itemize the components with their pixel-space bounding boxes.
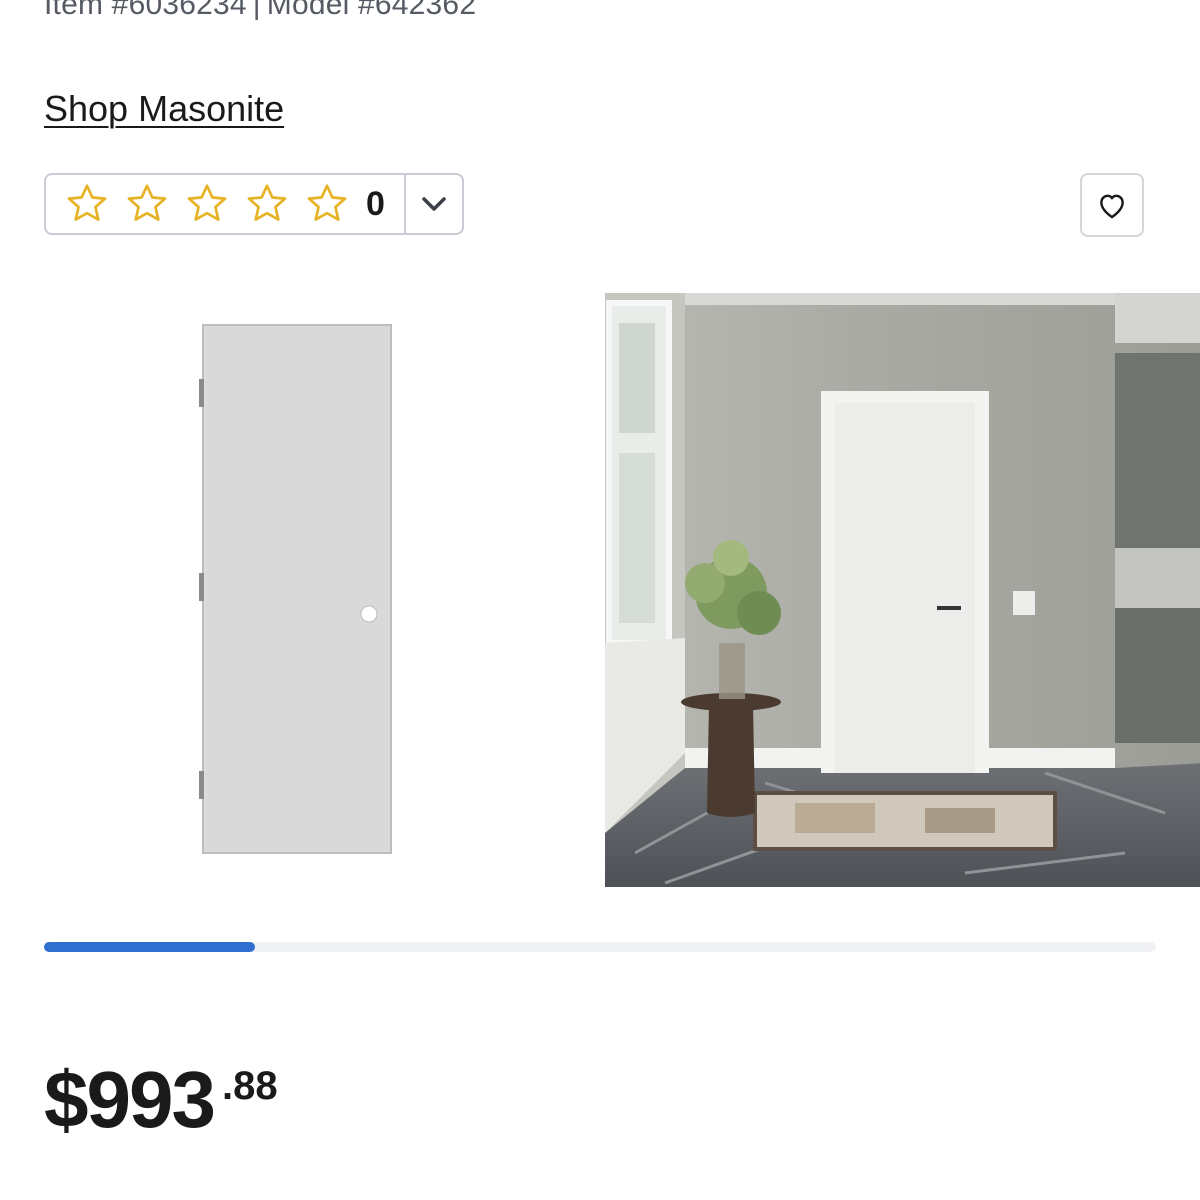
rating-summary[interactable]: 0 bbox=[46, 175, 404, 233]
rating-count: 0 bbox=[366, 184, 385, 223]
price-dollars: $993 bbox=[44, 1055, 216, 1144]
price-cents: .88 bbox=[221, 1064, 278, 1108]
rating-expand-button[interactable] bbox=[404, 175, 462, 233]
chevron-down-icon bbox=[422, 197, 446, 211]
heart-icon bbox=[1100, 194, 1124, 219]
favorite-button[interactable] bbox=[1080, 173, 1144, 237]
product-price: $993 .88 bbox=[44, 1058, 278, 1142]
shop-brand-link[interactable]: Shop Masonite bbox=[44, 88, 284, 130]
door-installed-room-image[interactable] bbox=[605, 293, 1200, 887]
star-icon bbox=[247, 184, 287, 221]
item-model-line: Item #6036234 | Model #642362 bbox=[44, 0, 476, 22]
door-slab-product-image[interactable] bbox=[0, 293, 594, 887]
star-icon bbox=[187, 184, 227, 221]
model-number: Model #642362 bbox=[266, 0, 477, 21]
star-icon bbox=[127, 184, 167, 221]
item-number: Item #6036234 bbox=[44, 0, 247, 21]
separator: | bbox=[252, 0, 261, 21]
carousel-progress-track bbox=[44, 942, 1156, 952]
product-image-carousel[interactable] bbox=[0, 293, 1200, 887]
star-icon bbox=[67, 184, 107, 221]
star-icon bbox=[307, 184, 347, 221]
carousel-progress-indicator bbox=[44, 942, 256, 952]
rating-widget[interactable]: 0 bbox=[44, 173, 464, 235]
